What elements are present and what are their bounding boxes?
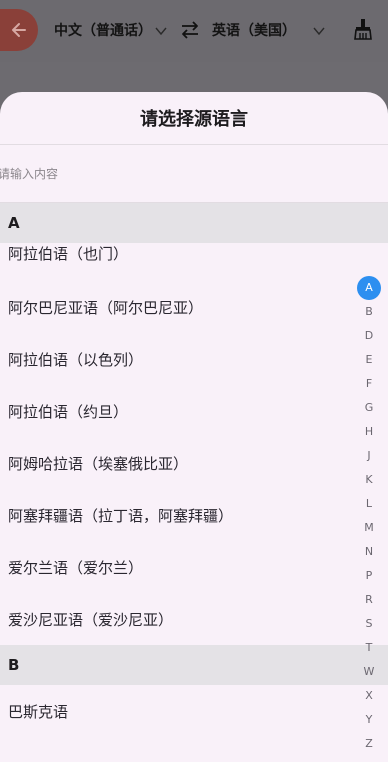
list-item[interactable]: 阿拉伯语（约旦） (0, 385, 388, 437)
top-bar: 中文（普通话） 英语（美国） (0, 0, 388, 62)
source-language-label[interactable]: 中文（普通话） (54, 20, 148, 42)
alphabet-letter-d[interactable]: D (357, 324, 381, 348)
target-language-label[interactable]: 英语（美国） (212, 20, 296, 42)
list-item[interactable]: 爱沙尼亚语（爱沙尼亚） (0, 593, 388, 645)
alphabet-letter-t[interactable]: T (357, 636, 381, 660)
sheet-title: 请选择源语言 (140, 109, 248, 130)
alphabet-letter-e[interactable]: E (357, 348, 381, 372)
alphabet-index[interactable]: A B D E F G H J K L M N P R S T W X Y Z (357, 276, 381, 756)
alphabet-letter-j[interactable]: J (357, 444, 381, 468)
alphabet-letter-x[interactable]: X (357, 684, 381, 708)
alphabet-letter-z[interactable]: Z (357, 732, 381, 756)
alphabet-letter-b[interactable]: B (357, 300, 381, 324)
search-input[interactable] (0, 146, 378, 202)
chevron-down-icon[interactable] (154, 24, 168, 38)
list-item[interactable]: 爱尔兰语（爱尔兰） (0, 541, 388, 593)
alphabet-letter-p[interactable]: P (357, 564, 381, 588)
list-item[interactable]: 阿塞拜疆语（拉丁语，阿塞拜疆） (0, 489, 388, 541)
list-item[interactable]: 阿尔巴尼亚语（阿尔巴尼亚） (0, 281, 388, 333)
alphabet-letter-f[interactable]: F (357, 372, 381, 396)
brush-icon[interactable] (353, 18, 373, 40)
list-item[interactable]: 阿拉伯语（也门） (0, 243, 388, 281)
alphabet-letter-m[interactable]: M (357, 516, 381, 540)
arrow-left-icon (12, 23, 26, 37)
language-list: A 阿拉伯语（也门） 阿尔巴尼亚语（阿尔巴尼亚） 阿拉伯语（以色列） 阿拉伯语（… (0, 203, 388, 737)
alphabet-letter-k[interactable]: K (357, 468, 381, 492)
list-item[interactable]: 阿拉伯语（以色列） (0, 333, 388, 385)
alphabet-letter-n[interactable]: N (357, 540, 381, 564)
alphabet-letter-r[interactable]: R (357, 588, 381, 612)
section-header-a: A (0, 203, 388, 243)
swap-arrows-icon[interactable] (179, 19, 201, 41)
alphabet-letter-g[interactable]: G (357, 396, 381, 420)
list-item[interactable]: 巴斯克语 (0, 685, 388, 737)
back-button[interactable] (0, 9, 38, 51)
alphabet-letter-a[interactable]: A (357, 276, 381, 300)
section-header-b: B (0, 645, 388, 685)
chevron-down-icon[interactable] (312, 24, 326, 38)
list-item[interactable]: 阿姆哈拉语（埃塞俄比亚） (0, 437, 388, 489)
alphabet-letter-l[interactable]: L (357, 492, 381, 516)
alphabet-letter-h[interactable]: H (357, 420, 381, 444)
alphabet-letter-y[interactable]: Y (357, 708, 381, 732)
divider (0, 144, 388, 145)
alphabet-letter-s[interactable]: S (357, 612, 381, 636)
language-picker-sheet: 请选择源语言 A 阿拉伯语（也门） 阿尔巴尼亚语（阿尔巴尼亚） 阿拉伯语（以色列… (0, 92, 388, 762)
alphabet-letter-w[interactable]: W (357, 660, 381, 684)
